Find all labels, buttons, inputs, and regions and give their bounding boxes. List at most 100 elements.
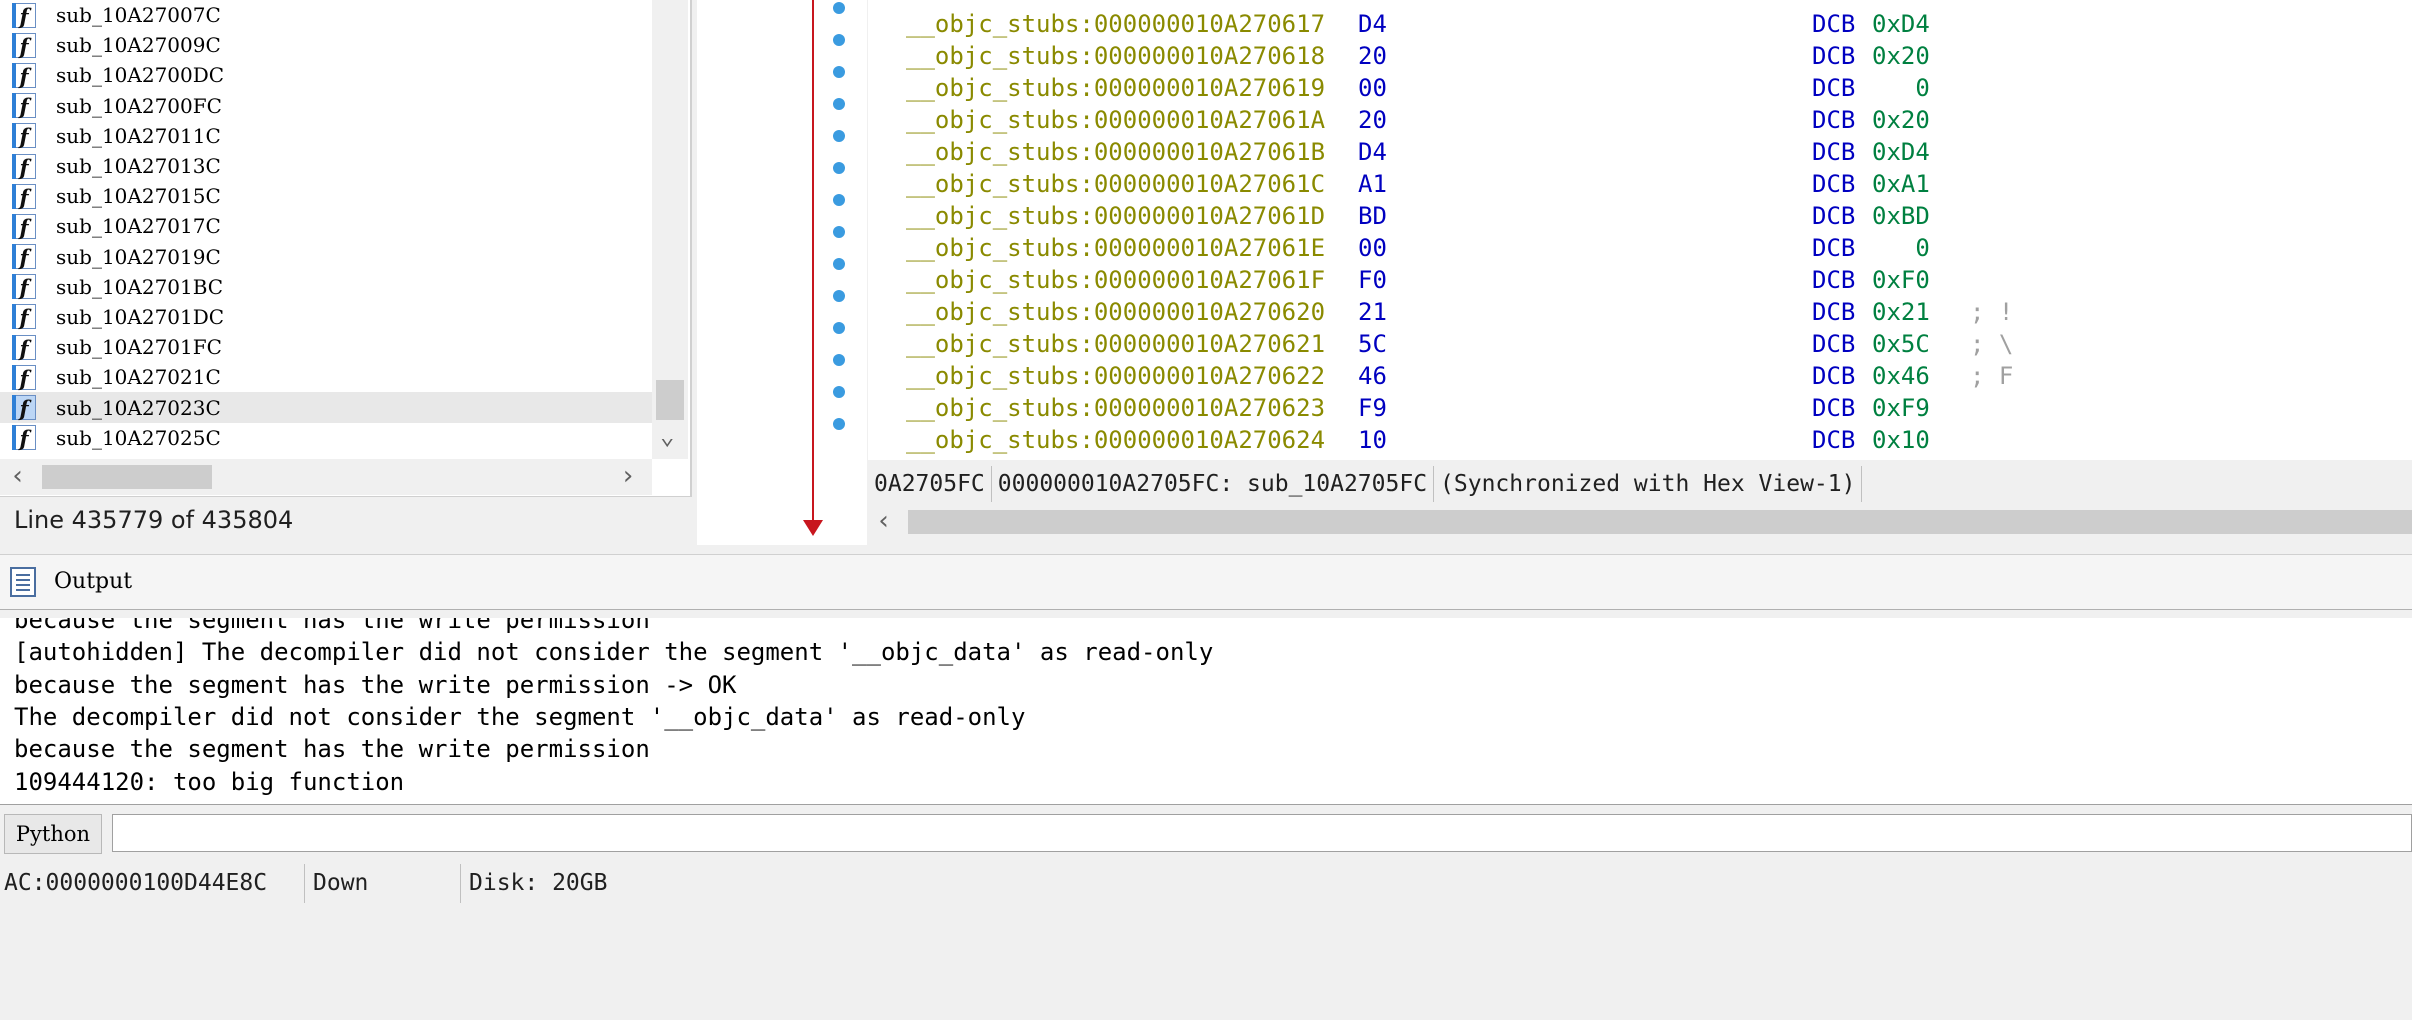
listing-comment: ; !	[1970, 298, 2014, 326]
scroll-right-arrow-icon[interactable]: ›	[620, 461, 636, 491]
function-name: sub_10A27025C	[56, 425, 221, 450]
function-name: sub_10A2700DC	[56, 63, 225, 88]
listing-comment: ; F	[1970, 362, 2014, 390]
scroll-left-arrow-icon[interactable]: ‹	[876, 506, 892, 536]
listing-address: __objc_stubs:000000010A270622	[906, 362, 1326, 390]
function-list-item[interactable]: f sub_10A27019C	[0, 242, 652, 272]
line-marker-dot-icon[interactable]	[833, 66, 845, 78]
function-list-item[interactable]: f sub_10A27013C	[0, 151, 652, 181]
python-language-button[interactable]: Python	[4, 814, 102, 854]
scrollbar-thumb[interactable]	[42, 465, 212, 489]
listing-row[interactable]: __objc_stubs:000000010A270618 20 DCB 0x20	[868, 40, 2412, 72]
function-icon: f	[12, 123, 36, 149]
function-icon: f	[12, 395, 36, 421]
listing-row[interactable]: __objc_stubs:000000010A27061E 00 DCB 0	[868, 232, 2412, 264]
functions-vertical-scrollbar[interactable]: ⌄	[652, 0, 688, 459]
arrow-head-icon	[803, 520, 823, 536]
line-status: Line 435779 of 435804	[0, 498, 692, 546]
line-marker-dot-icon[interactable]	[833, 2, 845, 14]
listing-mnemonic: DCB	[1812, 10, 1856, 38]
function-list-item[interactable]: f sub_10A2700FC	[0, 91, 652, 121]
listing-row[interactable]: __objc_stubs:000000010A270621 5C DCB 0x5C ; …	[868, 328, 2412, 360]
line-marker-dot-icon[interactable]	[833, 258, 845, 270]
line-marker-dot-icon[interactable]	[833, 226, 845, 238]
scroll-left-arrow-icon[interactable]: ‹	[10, 461, 26, 491]
function-list-item[interactable]: f sub_10A2701FC	[0, 332, 652, 362]
listing-operand: 0xF9	[1872, 394, 1930, 422]
output-document-icon	[10, 567, 36, 597]
function-list-item[interactable]: f sub_10A27007C	[0, 0, 652, 30]
listing-address: __objc_stubs:000000010A27061E	[906, 234, 1326, 262]
listing-address: __objc_stubs:000000010A270623	[906, 394, 1326, 422]
function-list-item[interactable]: f sub_10A27025C	[0, 423, 652, 453]
functions-horizontal-scrollbar[interactable]: ‹ ›	[0, 459, 652, 495]
listing-row[interactable]: __objc_stubs:000000010A27061B D4 DCB 0xD4	[868, 136, 2412, 168]
status-bar: AC:0000000100D44E8C Down Disk: 20GB	[0, 864, 2412, 903]
line-marker-dot-icon[interactable]	[833, 290, 845, 302]
listing-row[interactable]: __objc_stubs:000000010A27061D BD DCB 0xBD	[868, 200, 2412, 232]
line-marker-dot-icon[interactable]	[833, 130, 845, 142]
listing-row[interactable]: __objc_stubs:000000010A270624 10 DCB 0x10	[868, 424, 2412, 456]
function-list-item[interactable]: f sub_10A27011C	[0, 121, 652, 151]
line-marker-dot-icon[interactable]	[833, 354, 845, 366]
listing-sync-bar: 0A2705FC 000000010A2705FC: sub_10A2705FC(…	[868, 466, 2412, 502]
listing-row[interactable]: __objc_stubs:000000010A270617 D4 DCB 0xD4	[868, 8, 2412, 40]
scrollbar-thumb[interactable]	[908, 510, 2412, 534]
function-icon: f	[12, 334, 36, 361]
functions-list[interactable]: f sub_10A27007C f sub_10A27009C f sub_10A2700…	[0, 0, 652, 459]
listing-operand: 0x20	[1872, 106, 1930, 134]
line-marker-dot-icon[interactable]	[833, 98, 845, 110]
current-location: 000000010A2705FC: sub_10A2705FC	[992, 466, 1435, 502]
line-marker-dot-icon[interactable]	[833, 34, 845, 46]
line-marker-dot-icon[interactable]	[833, 194, 845, 206]
listing-row[interactable]: __objc_stubs:000000010A270622 46 DCB 0x46 ; …	[868, 360, 2412, 392]
listing-operand: 0x21	[1872, 298, 1930, 326]
listing-operand: 0x10	[1872, 426, 1930, 454]
function-list-item[interactable]: f sub_10A27021C	[0, 362, 652, 392]
listing-address: __objc_stubs:000000010A270618	[906, 42, 1326, 70]
listing-operand: 0	[1872, 234, 1930, 262]
listing-row[interactable]: __objc_stubs:000000010A27061F F0 DCB 0xF0	[868, 264, 2412, 296]
listing-address: __objc_stubs:000000010A270621	[906, 330, 1326, 358]
python-command-input[interactable]	[112, 814, 2412, 852]
disassembly-listing[interactable]: __objc_stubs:000000010A270617 D4 DCB 0xD4 __…	[868, 0, 2412, 460]
listing-row[interactable]: __objc_stubs:000000010A27061C A1 DCB 0xA1	[868, 168, 2412, 200]
listing-byte: 46	[1358, 362, 1387, 390]
output-panel-header[interactable]: Output	[0, 554, 2412, 610]
scrollbar-thumb[interactable]	[656, 380, 684, 420]
function-list-item[interactable]: f sub_10A27009C	[0, 30, 652, 60]
line-marker-dot-icon[interactable]	[833, 322, 845, 334]
scroll-down-arrow-icon[interactable]: ⌄	[660, 422, 674, 450]
listing-mnemonic: DCB	[1812, 74, 1856, 102]
line-marker-dot-icon[interactable]	[833, 386, 845, 398]
listing-mnemonic: DCB	[1812, 170, 1856, 198]
output-line: The decompiler did not consider the segm…	[14, 702, 1026, 731]
listing-row[interactable]: __objc_stubs:000000010A270620 21 DCB 0x21 ; …	[868, 296, 2412, 328]
listing-row[interactable]: __objc_stubs:000000010A270623 F9 DCB 0xF9	[868, 392, 2412, 424]
output-panel-title: Output	[54, 569, 133, 594]
function-list-item[interactable]: f sub_10A2701BC	[0, 272, 652, 302]
output-line: 109444120: too big function	[14, 767, 405, 796]
listing-address: __objc_stubs:000000010A27061F	[906, 266, 1326, 294]
status-disk-space: Disk: 20GB	[460, 864, 607, 903]
functions-pane: f sub_10A27007C f sub_10A27009C f sub_10A2700…	[0, 0, 692, 497]
function-list-item[interactable]: f sub_10A27015C	[0, 181, 652, 211]
output-line: [autohidden] The decompiler did not cons…	[14, 638, 1214, 667]
function-name: sub_10A27015C	[56, 184, 221, 209]
listing-byte: BD	[1358, 202, 1387, 230]
function-list-item[interactable]: f sub_10A27023C	[0, 392, 652, 423]
line-marker-dot-icon[interactable]	[833, 162, 845, 174]
function-name: sub_10A27013C	[56, 154, 221, 179]
sync-status: (Synchronized with Hex View-1)	[1434, 466, 1863, 502]
listing-row[interactable]: __objc_stubs:000000010A27061A 20 DCB 0x20	[868, 104, 2412, 136]
listing-horizontal-scrollbar[interactable]: ‹	[868, 504, 2412, 540]
function-name: sub_10A2701BC	[56, 274, 224, 299]
function-list-item[interactable]: f sub_10A2701DC	[0, 302, 652, 332]
listing-row[interactable]: __objc_stubs:000000010A270619 00 DCB 0	[868, 72, 2412, 104]
output-log[interactable]: because the segment has the write permis…	[0, 618, 2412, 805]
listing-comment: ; \	[1970, 330, 2014, 358]
function-list-item[interactable]: f sub_10A2700DC	[0, 60, 652, 90]
listing-mnemonic: DCB	[1812, 330, 1856, 358]
line-marker-dot-icon[interactable]	[833, 418, 845, 430]
function-list-item[interactable]: f sub_10A27017C	[0, 211, 652, 241]
